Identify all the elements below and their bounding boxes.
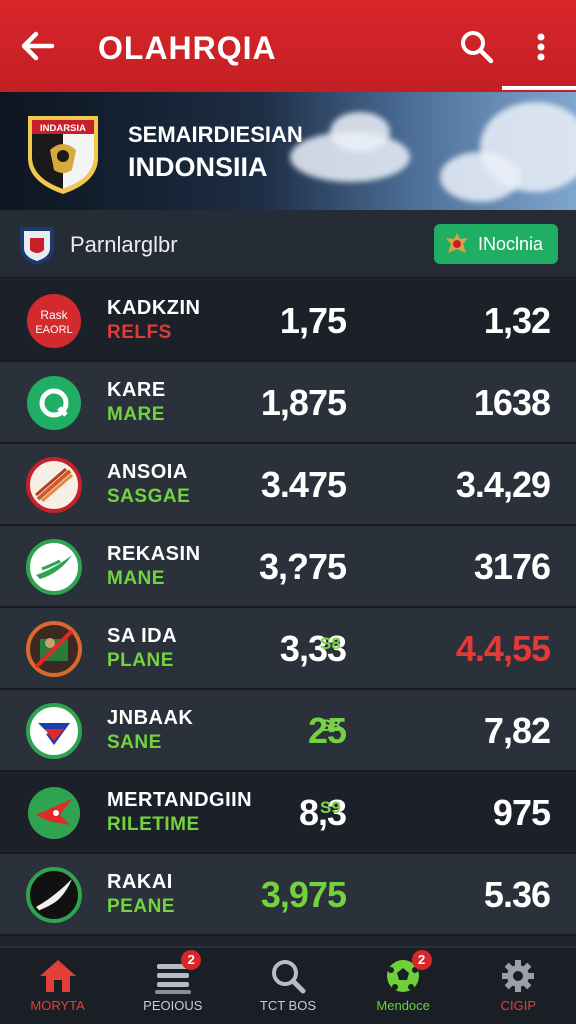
team-name: KARE: [107, 379, 166, 401]
page-title: OLAHRQIA: [98, 30, 277, 66]
team-subtitle: SASGAE: [107, 486, 191, 507]
match-row[interactable]: REKASIN MANE 3,?75 3176: [0, 526, 576, 608]
team-subtitle: PEANE: [107, 896, 175, 917]
match-row[interactable]: Rask EAORL KADKZIN RELFS 1,75 1,32: [0, 280, 576, 362]
team-logo-icon: [26, 621, 82, 677]
search-icon: [266, 956, 310, 996]
team-name: MERTANDGIIN: [107, 789, 253, 811]
nav-item-peoious[interactable]: 2 PEOIOUS: [115, 948, 230, 1024]
odds-away-button[interactable]: 1,32: [420, 300, 551, 342]
team-subtitle: SANE: [107, 732, 162, 753]
match-row[interactable]: RAKAI PEANE 3,975 5.36: [0, 854, 576, 936]
odds-away-button[interactable]: 5.36: [420, 874, 551, 916]
match-row[interactable]: JNBAAK SANE 25 S8 7,82: [0, 690, 576, 772]
odds-home-button[interactable]: 1,875: [240, 382, 347, 424]
nav-item-label: CIGIP: [500, 998, 537, 1013]
league-filter-label: Parnlarglbr: [70, 232, 178, 257]
odds-away-button[interactable]: 7,82: [420, 710, 551, 752]
gear-icon: [496, 956, 540, 996]
team-name: RAKAI: [107, 871, 173, 893]
match-row[interactable]: ANSOIA SASGAE 3.475 3.4,29: [0, 444, 576, 526]
team-name: REKASIN: [107, 543, 201, 565]
nav-item-mendoce[interactable]: 2 Mendoce: [346, 948, 461, 1024]
team-logo-icon: Rask EAORL: [26, 293, 82, 349]
team-subtitle: MANE: [107, 568, 165, 589]
team-name: ANSOIA: [107, 461, 188, 483]
odds-away-button[interactable]: 1638: [420, 382, 551, 424]
nav-item-tct-bos[interactable]: TCT BOS: [230, 948, 345, 1024]
odds-away-button[interactable]: 3.4,29: [420, 464, 551, 506]
team-name: KADKZIN: [107, 297, 201, 319]
team-subtitle: PLANE: [107, 650, 174, 671]
svg-text:INDARSIA: INDARSIA: [40, 123, 86, 134]
banner-subtitle: SEMAIRDIESIAN: [128, 122, 303, 147]
team-logo-icon: [26, 457, 82, 513]
nav-item-label: Mendoce: [376, 998, 430, 1013]
back-arrow-icon[interactable]: [18, 26, 58, 66]
match-row[interactable]: MERTANDGIIN RILETIME 8,3 S9 975: [0, 772, 576, 854]
league-shield-icon: [20, 227, 54, 265]
active-tab-indicator: [502, 86, 576, 90]
country-filter-button[interactable]: INoclnia: [434, 224, 558, 264]
team-emblem-icon: INDARSIA: [28, 116, 98, 194]
odds-home-button[interactable]: 3,975: [240, 874, 347, 916]
more-options-icon[interactable]: [526, 28, 556, 66]
app-header: OLAHRQIA: [0, 0, 576, 92]
garuda-icon: [446, 233, 468, 253]
nav-item-label: TCT BOS: [259, 998, 317, 1013]
odds-home-button[interactable]: 1,75: [240, 300, 347, 342]
league-banner: INDARSIA SEMAIRDIESIAN INDONSIIA: [0, 92, 576, 210]
team-name: SA IDA: [107, 625, 178, 647]
nav-item-label: MORYTA: [30, 998, 85, 1013]
notification-badge: 2: [181, 950, 202, 970]
team-logo-icon: [26, 703, 82, 759]
odds-home-button[interactable]: 3.475: [240, 464, 347, 506]
svg-text:EAORL: EAORL: [35, 324, 72, 336]
home-icon: [36, 956, 80, 996]
nav-item-moryta[interactable]: MORYTA: [0, 948, 115, 1024]
svg-text:Rask: Rask: [40, 308, 68, 322]
banner-title: INDONSIIA: [128, 152, 268, 182]
team-subtitle: RILETIME: [107, 814, 200, 835]
bottom-navigation: MORYTA 2 PEOIOUS TCT BOS 2 Mendoce CIGIP: [0, 946, 576, 1024]
odds-away-button[interactable]: 975: [420, 792, 551, 834]
search-icon[interactable]: [458, 28, 496, 66]
odds-list: Rask EAORL KADKZIN RELFS 1,75 1,32 KARE MARE 1…: [0, 280, 576, 936]
team-logo-icon: [26, 539, 82, 595]
odds-change-indicator: S8: [320, 634, 341, 653]
odds-home-button[interactable]: 3,?75: [240, 546, 347, 588]
nav-item-label: PEOIOUS: [143, 998, 203, 1013]
team-logo-icon: [26, 375, 82, 431]
league-filter-row[interactable]: Parnlarglbr INoclnia: [0, 210, 576, 278]
nav-item-cigip[interactable]: CIGIP: [461, 948, 576, 1024]
notification-badge: 2: [411, 950, 432, 970]
team-logo-icon: [26, 785, 82, 841]
odds-change-indicator: S9: [320, 798, 341, 817]
country-filter-label: INoclnia: [478, 233, 544, 254]
team-logo-icon: [26, 867, 82, 923]
match-row[interactable]: SA IDA PLANE 3,33 S8 4.4,55: [0, 608, 576, 690]
odds-change-indicator: S8: [320, 716, 341, 735]
team-subtitle: MARE: [107, 404, 165, 425]
team-name: JNBAAK: [107, 707, 194, 729]
odds-away-button[interactable]: 4.4,55: [420, 628, 551, 670]
match-row[interactable]: KARE MARE 1,875 1638: [0, 362, 576, 444]
team-subtitle: RELFS: [107, 322, 172, 343]
odds-away-button[interactable]: 3176: [420, 546, 551, 588]
